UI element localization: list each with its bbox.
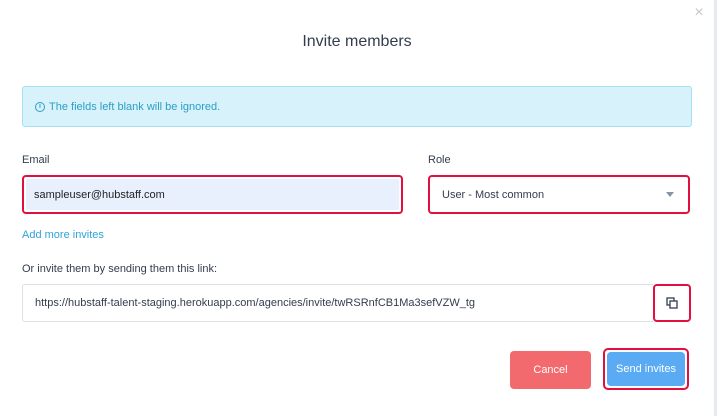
invite-link-field[interactable] [22, 284, 653, 322]
email-label: Email [22, 154, 50, 166]
close-icon[interactable]: × [690, 4, 708, 22]
send-invites-button[interactable]: Send invites [607, 352, 685, 386]
alert-text: The fields left blank will be ignored. [49, 100, 221, 113]
dialog-title: Invite members [302, 33, 412, 50]
invite-members-dialog: × Invite members i The fields left blank… [0, 0, 717, 416]
copy-link-button[interactable] [653, 284, 691, 322]
role-label: Role [428, 154, 451, 166]
add-more-invites-link[interactable]: Add more invites [22, 229, 104, 241]
invite-link-label: Or invite them by sending them this link… [22, 263, 218, 275]
role-select[interactable]: User - Most common [432, 179, 686, 210]
cancel-button[interactable]: Cancel [510, 351, 591, 389]
email-field[interactable] [26, 179, 399, 210]
info-alert: i The fields left blank will be ignored. [22, 86, 692, 127]
info-icon: i [35, 101, 45, 112]
role-selected-value: User - Most common [442, 188, 545, 201]
caret-down-icon [666, 192, 674, 197]
email-field-highlight [22, 175, 403, 214]
send-invites-highlight: Send invites [603, 348, 689, 390]
copy-icon [666, 297, 678, 309]
role-select-highlight: User - Most common [428, 175, 690, 214]
